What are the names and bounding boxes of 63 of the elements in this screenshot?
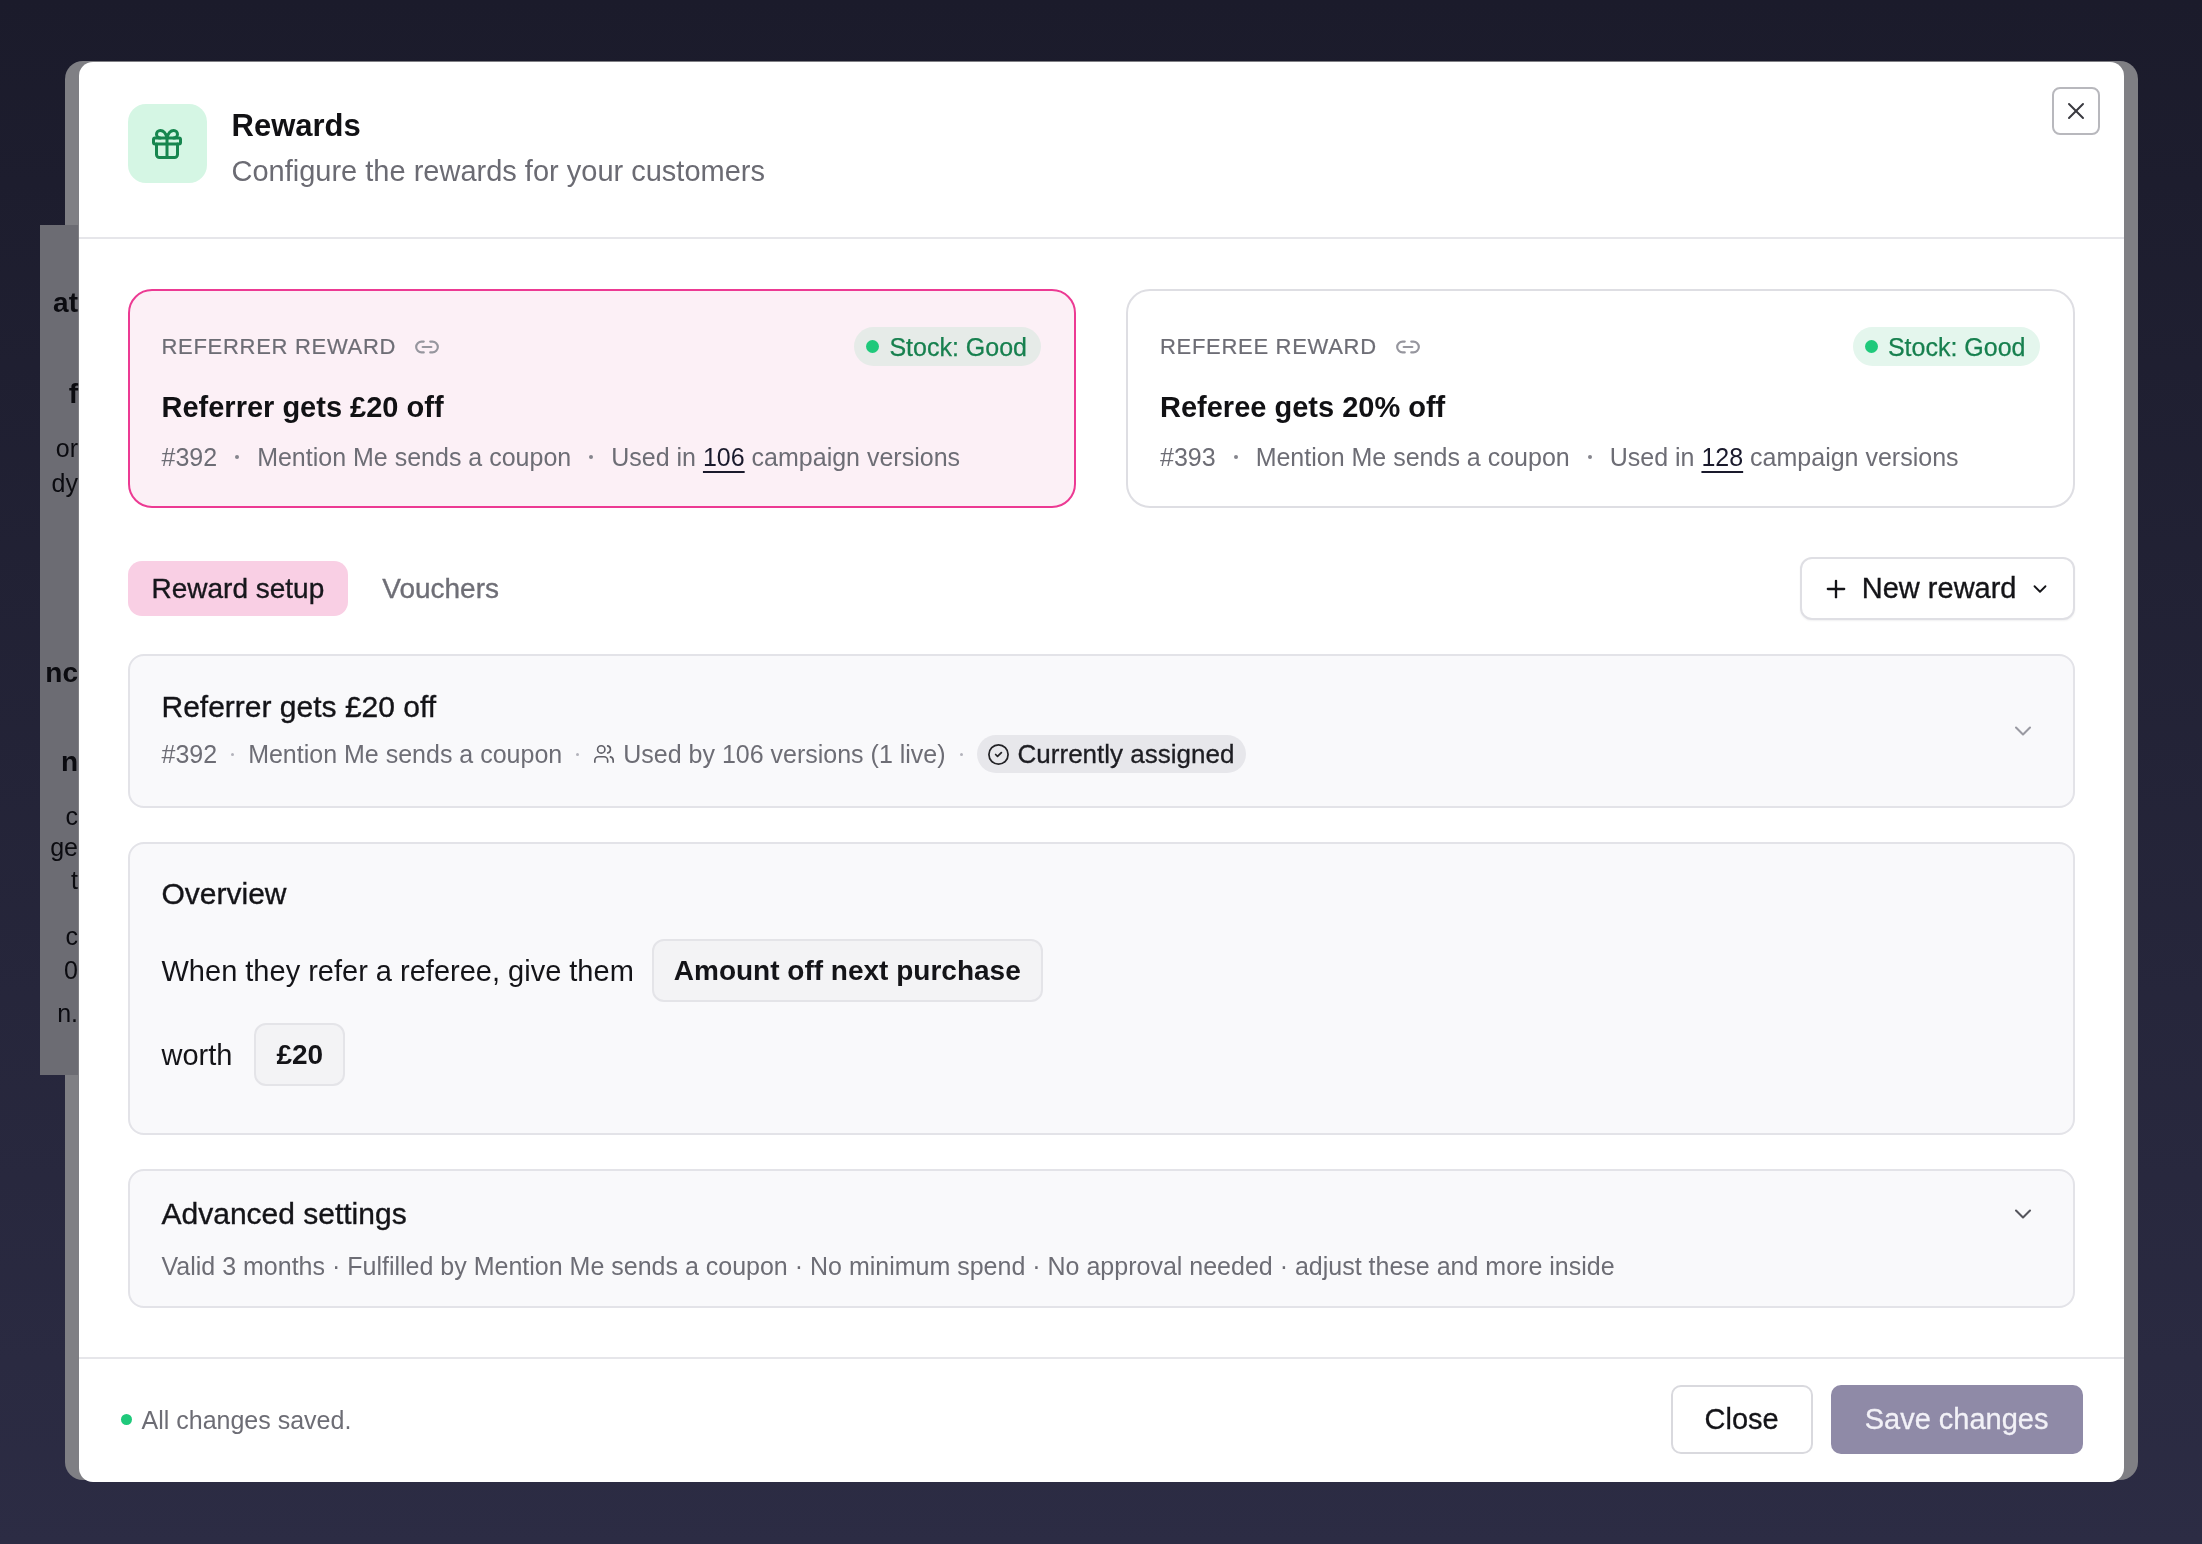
- background-text: or: [55, 433, 78, 464]
- dialog-title: Rewards: [231, 107, 361, 145]
- gift-icon: [127, 104, 207, 183]
- separator-dot-icon: [231, 752, 235, 756]
- reward-card[interactable]: REFEREE REWARD Stock: Good Referee gets 20% off #393 Mention Me sends a coupon Used in 128 campaign versions: [1126, 289, 2075, 508]
- separator-dot-icon: [1587, 455, 1592, 459]
- usage-text: Used in 128 campaign versions: [1609, 442, 1959, 473]
- fulfilment-text: Mention Me sends a coupon: [1255, 442, 1570, 473]
- usage-link[interactable]: 106: [702, 443, 745, 471]
- reward-card[interactable]: REFERRER REWARD Stock: Good Referrer gets £20 off #392 Mention Me sends a coupon Used in 106 campaign versions: [127, 289, 1076, 508]
- background-text: dy: [51, 468, 78, 499]
- reward-card-label: REFERRER REWARD: [161, 332, 397, 361]
- background-text: ge: [50, 832, 78, 863]
- usage-link[interactable]: 128: [1701, 443, 1744, 471]
- overview-title: Overview: [161, 876, 287, 912]
- tab[interactable]: Vouchers: [358, 561, 523, 616]
- background-text: 0: [64, 955, 78, 986]
- reward-card-label: REFEREE REWARD: [1160, 332, 1377, 361]
- separator-dot-icon: [235, 455, 240, 459]
- save-status: All changes saved.: [141, 1404, 352, 1435]
- separator-dot-icon: [576, 752, 580, 756]
- check-circle-icon: [986, 742, 1010, 766]
- new-reward-button[interactable]: New reward: [1799, 557, 2075, 620]
- background-text: c: [65, 801, 78, 832]
- stock-status: Stock: Good: [1887, 331, 2026, 362]
- status-dot-icon: [866, 340, 880, 353]
- reward-card-title: Referee gets 20% off: [1160, 390, 1446, 425]
- close-button[interactable]: Close: [1670, 1385, 1813, 1454]
- reward-type-select[interactable]: Amount off next purchase: [651, 939, 1043, 1002]
- reward-id: #393: [1160, 442, 1216, 473]
- advanced-settings-title: Advanced settings: [161, 1196, 407, 1232]
- background-heading: f: [68, 377, 78, 411]
- fulfilment-text: Mention Me sends a coupon: [248, 739, 563, 770]
- tab[interactable]: Reward setup: [127, 561, 349, 616]
- overview-text: worth: [161, 1037, 233, 1073]
- assigned-label: Currently assigned: [1017, 738, 1235, 770]
- dialog-subtitle: Configure the rewards for your customers: [231, 154, 765, 189]
- separator-dot-icon: [1233, 455, 1238, 459]
- separator-dot-icon: [589, 455, 594, 459]
- background-heading: n: [60, 745, 78, 779]
- amount-field[interactable]: £20: [254, 1023, 346, 1086]
- stock-status: Stock: Good: [889, 331, 1027, 362]
- reward-card-title: Referrer gets £20 off: [161, 390, 444, 425]
- background-text: t: [71, 865, 78, 896]
- advanced-settings-summary: Valid 3 months · Fulfilled by Mention Me sends a coupon · No minimum spend · No approval needed · adjust these and more inside: [161, 1251, 1615, 1282]
- status-dot-icon: [120, 1414, 132, 1425]
- background-heading: nc: [45, 656, 78, 690]
- overview-text: When they refer a referee, give them: [161, 953, 634, 989]
- background-text: c: [65, 921, 78, 952]
- reward-id: #392: [161, 739, 218, 770]
- status-dot-icon: [1864, 340, 1878, 353]
- usage-text: Used by 106 versions (1 live): [623, 739, 946, 770]
- background-text: n.: [57, 998, 78, 1029]
- background-heading: at: [53, 286, 78, 320]
- fulfilment-text: Mention Me sends a coupon: [257, 442, 572, 473]
- usage-text: Used in 106 campaign versions: [611, 442, 961, 473]
- separator-dot-icon: [959, 752, 963, 756]
- close-button[interactable]: [2051, 87, 2100, 135]
- reward-row-title: Referrer gets £20 off: [161, 689, 437, 725]
- reward-id: #392: [161, 442, 218, 473]
- advanced-settings-panel[interactable]: Advanced settings Valid 3 months · Fulfilled by Mention Me sends a coupon · No minimum spend · No approval needed · adjust these and more inside: [127, 1169, 2075, 1308]
- reward-row[interactable]: Referrer gets £20 off #392 Mention Me sends a coupon Used by 106 versions (1 live) Currently assigned: [127, 654, 2075, 808]
- users-icon: [593, 743, 616, 765]
